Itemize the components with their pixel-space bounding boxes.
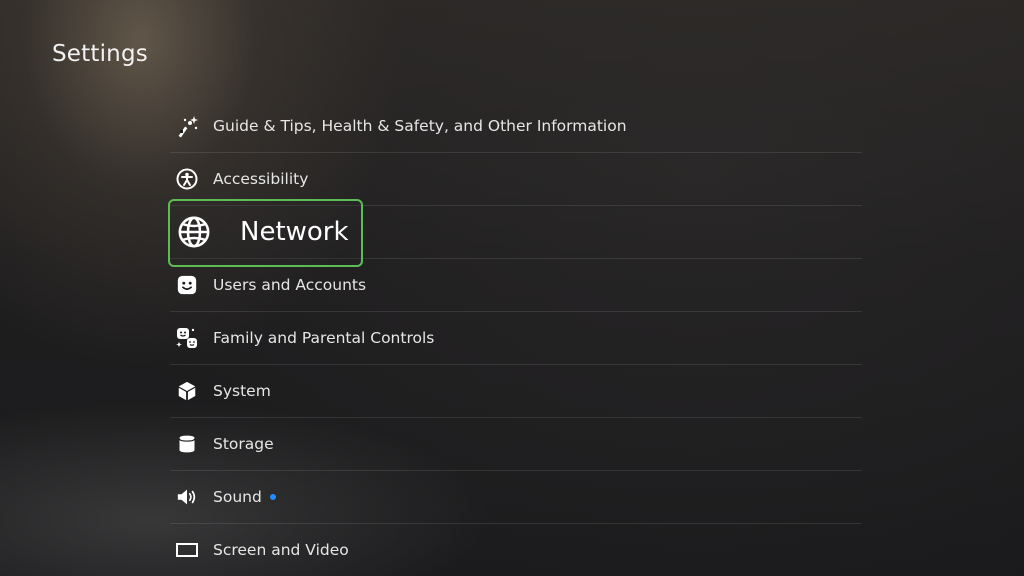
menu-item-users-accounts[interactable]: Users and Accounts [170, 259, 862, 312]
menu-item-label: Network [240, 217, 349, 247]
screen-icon [170, 533, 204, 567]
accessibility-icon [170, 162, 204, 196]
settings-menu: Guide & Tips, Health & Safety, and Other… [168, 100, 862, 576]
menu-item-system[interactable]: System [170, 365, 862, 418]
menu-item-label: Family and Parental Controls [213, 329, 435, 347]
menu-item-label: Users and Accounts [213, 276, 367, 294]
settings-screen: Settings Guide & Tips, Health & Safety, … [0, 0, 1024, 576]
menu-item-guide-tips[interactable]: Guide & Tips, Health & Safety, and Other… [170, 100, 862, 153]
guide-tips-icon [170, 109, 204, 143]
family-icon [170, 321, 204, 355]
menu-item-family-parental[interactable]: Family and Parental Controls [170, 312, 862, 365]
globe-icon [170, 208, 218, 256]
storage-cylinder-icon [170, 427, 204, 461]
menu-item-label: Accessibility [213, 170, 309, 188]
menu-item-screen-video[interactable]: Screen and Video [170, 524, 862, 576]
notification-dot [269, 494, 276, 500]
menu-item-label: Guide & Tips, Health & Safety, and Other… [213, 117, 627, 135]
user-face-icon [170, 268, 204, 302]
speaker-icon [170, 480, 204, 514]
menu-item-storage[interactable]: Storage [170, 418, 862, 471]
menu-item-sound[interactable]: Sound [170, 471, 862, 524]
menu-item-label: Screen and Video [213, 541, 349, 559]
menu-item-label: Storage [213, 435, 274, 453]
page-title: Settings [52, 41, 148, 67]
menu-item-network[interactable]: Network [168, 199, 862, 267]
menu-item-label: Sound [213, 488, 262, 506]
menu-item-label: System [213, 382, 271, 400]
cube-icon [170, 374, 204, 408]
